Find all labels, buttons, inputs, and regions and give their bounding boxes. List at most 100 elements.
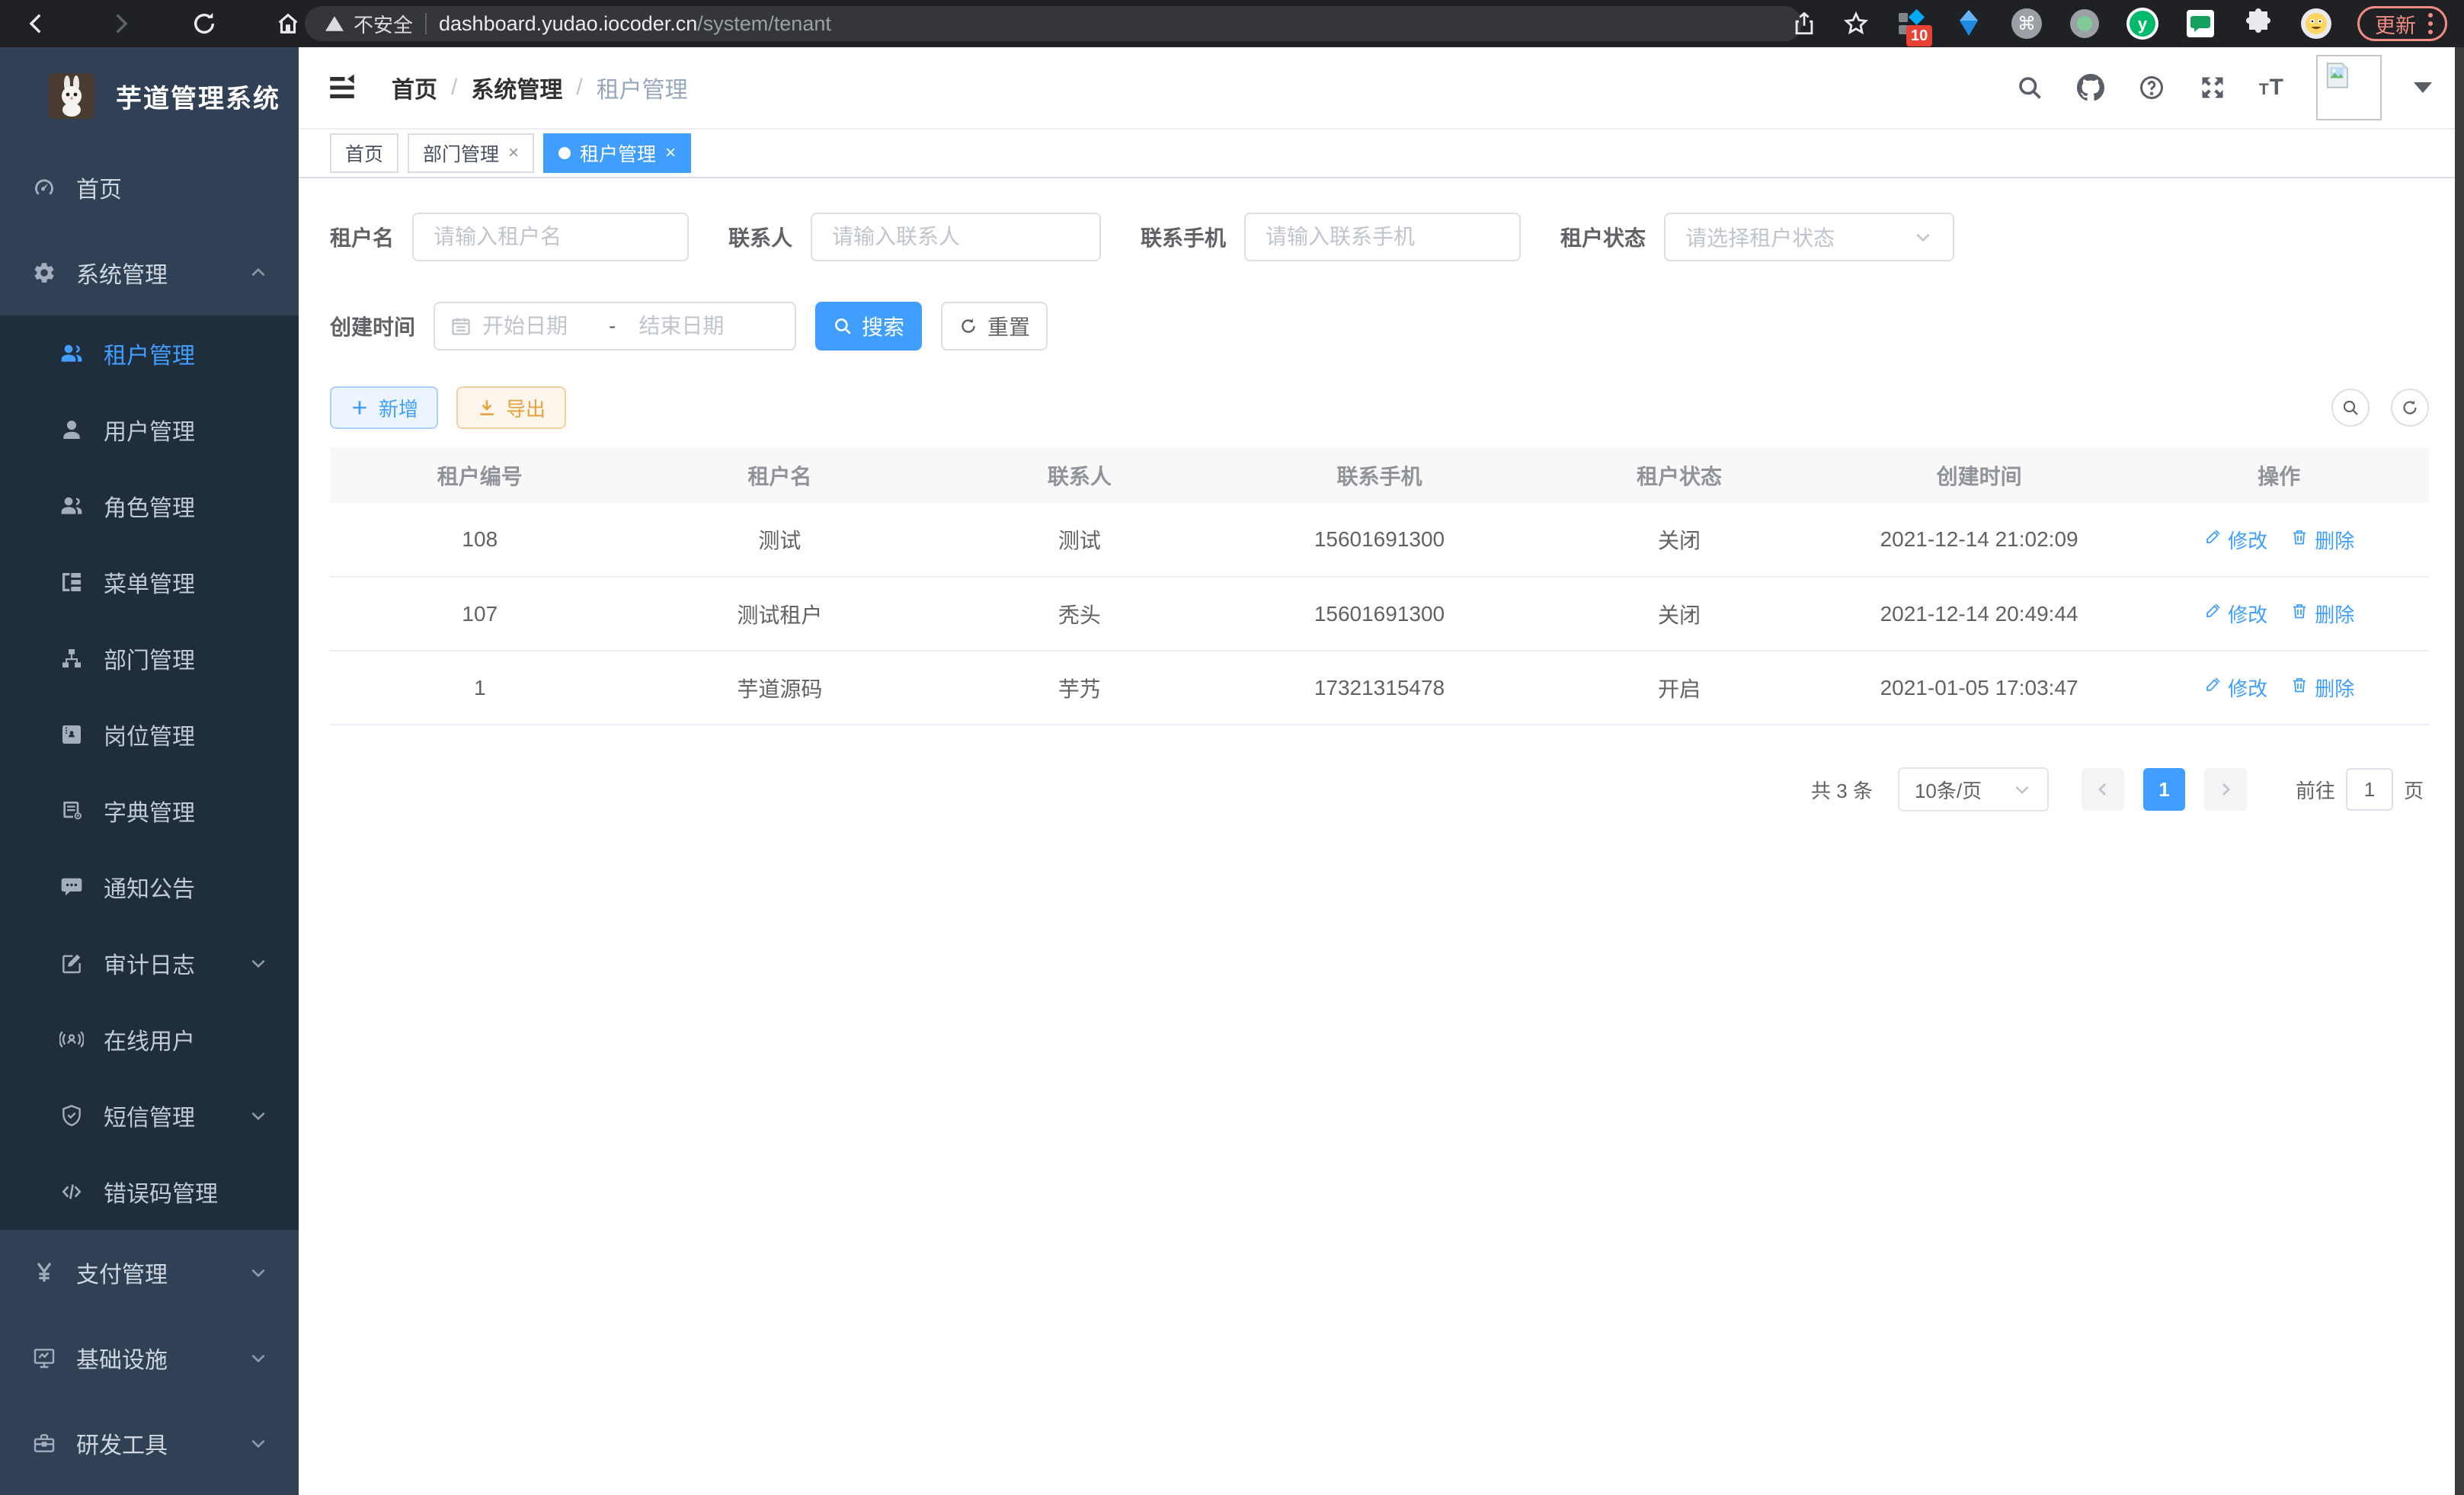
- breadcrumb-home[interactable]: 首页: [392, 71, 437, 104]
- table-row: 107测试租户秃头15601691300关闭2021-12-14 20:49:4…: [330, 577, 2429, 651]
- sidebar-item-1-gear[interactable]: 系统管理: [0, 230, 299, 315]
- breadcrumb-system[interactable]: 系统管理: [471, 71, 562, 104]
- extension-tampermonkey-icon[interactable]: 10: [1894, 7, 1928, 40]
- create-time-range-picker[interactable]: -: [434, 302, 796, 351]
- sidebar-item-9-message[interactable]: 通知公告: [0, 849, 299, 925]
- header-search-icon[interactable]: [2015, 73, 2044, 102]
- end-date-input[interactable]: [622, 314, 742, 338]
- delete-link[interactable]: 删除: [2290, 526, 2354, 554]
- chevron-down-icon: [248, 1106, 268, 1125]
- delete-link[interactable]: 删除: [2290, 674, 2354, 702]
- tenant-name-input[interactable]: [412, 213, 689, 261]
- edit-link[interactable]: 修改: [2203, 526, 2267, 554]
- help-icon[interactable]: [2137, 73, 2166, 102]
- tab-0[interactable]: 首页: [330, 133, 398, 173]
- sidebar-item-label: 审计日志: [104, 946, 195, 980]
- sidebar-item-12-shield[interactable]: 短信管理: [0, 1077, 299, 1154]
- column-header-1: 租户名: [630, 447, 930, 503]
- sidebar-item-label: 基础设施: [76, 1341, 168, 1375]
- edit-link[interactable]: 修改: [2203, 674, 2267, 702]
- status-label: 租户状态: [1560, 222, 1646, 252]
- tab-2[interactable]: 租户管理×: [543, 133, 691, 173]
- sidebar-item-16-toolbox[interactable]: 研发工具: [0, 1401, 299, 1486]
- extension-yuque-icon[interactable]: y: [2126, 7, 2159, 40]
- sidebar-item-7-postcard[interactable]: 岗位管理: [0, 696, 299, 773]
- update-label: 更新: [2375, 9, 2416, 39]
- delete-link[interactable]: 删除: [2290, 600, 2354, 628]
- extension-command-icon[interactable]: ⌘: [2010, 7, 2043, 40]
- sidebar-item-5-tree-table[interactable]: 菜单管理: [0, 544, 299, 620]
- sidebar-item-3-user[interactable]: 用户管理: [0, 392, 299, 468]
- avatar-dropdown-icon[interactable]: [2414, 82, 2432, 93]
- pen-icon: [2203, 676, 2222, 699]
- sidebar-item-label: 通知公告: [104, 870, 195, 904]
- fullscreen-icon[interactable]: [2198, 73, 2227, 102]
- browser-menu-icon[interactable]: [2428, 13, 2433, 34]
- search-button[interactable]: 搜索: [815, 302, 922, 351]
- browser-back-icon[interactable]: [23, 10, 50, 37]
- browser-chrome: 不安全 dashboard.yudao.iocoder.cn/system/te…: [0, 0, 2464, 47]
- address-bar[interactable]: 不安全 dashboard.yudao.iocoder.cn/system/te…: [305, 6, 1802, 41]
- cell-id: 107: [330, 577, 630, 651]
- sidebar-collapse-icon[interactable]: [326, 72, 358, 104]
- column-header-6: 操作: [2129, 447, 2429, 503]
- cell-actions: 修改删除: [2129, 503, 2429, 577]
- cell-mobile: 15601691300: [1230, 503, 1530, 577]
- close-tab-icon[interactable]: ×: [508, 144, 519, 162]
- contact-input[interactable]: [811, 213, 1101, 261]
- code-icon: [59, 1180, 84, 1204]
- browser-home-icon[interactable]: [274, 10, 302, 37]
- reset-button[interactable]: 重置: [941, 302, 1048, 351]
- sidebar-item-4-peoples[interactable]: 角色管理: [0, 468, 299, 544]
- breadcrumb: 首页 / 系统管理 / 租户管理: [392, 71, 688, 104]
- page-number-1[interactable]: 1: [2143, 768, 2185, 811]
- toggle-search-button[interactable]: [2331, 389, 2370, 427]
- github-icon[interactable]: [2076, 73, 2105, 102]
- date-range-separator: -: [609, 314, 616, 338]
- font-size-icon[interactable]: TT: [2259, 75, 2284, 101]
- sidebar-item-13-code[interactable]: 错误码管理: [0, 1154, 299, 1230]
- export-button[interactable]: 导出: [456, 386, 566, 429]
- extensions-puzzle-icon[interactable]: [2242, 7, 2275, 40]
- browser-reload-icon[interactable]: [190, 10, 218, 37]
- sidebar-item-14-money[interactable]: 支付管理: [0, 1230, 299, 1315]
- share-icon[interactable]: [1790, 10, 1818, 37]
- tab-1[interactable]: 部门管理×: [408, 133, 534, 173]
- refresh-button[interactable]: [2391, 389, 2429, 427]
- sidebar-item-0-dashboard[interactable]: 首页: [0, 145, 299, 230]
- sidebar-item-8-dict[interactable]: 字典管理: [0, 773, 299, 849]
- browser-forward-icon[interactable]: [107, 10, 134, 37]
- bookmark-star-icon[interactable]: [1842, 10, 1870, 37]
- extension-recorder-icon[interactable]: [2068, 7, 2101, 40]
- profile-avatar-icon[interactable]: [2299, 7, 2333, 40]
- window-edge-scrollbar: [2455, 47, 2464, 1495]
- mobile-input[interactable]: [1244, 213, 1521, 261]
- edit-link[interactable]: 修改: [2203, 600, 2267, 628]
- logo-row[interactable]: 芋道管理系统: [0, 47, 299, 145]
- sidebar-item-15-monitor[interactable]: 基础设施: [0, 1315, 299, 1401]
- goto-page-input[interactable]: [2346, 768, 2393, 811]
- page-size-select[interactable]: 10条/页: [1898, 767, 2049, 812]
- sidebar-item-10-edit-doc[interactable]: 审计日志: [0, 925, 299, 1001]
- prev-page-button[interactable]: [2082, 768, 2124, 811]
- user-avatar[interactable]: [2316, 55, 2382, 120]
- extension-chat-icon[interactable]: [2184, 7, 2217, 40]
- sidebar-item-11-online[interactable]: 在线用户: [0, 1001, 299, 1077]
- status-select[interactable]: 请选择租户状态: [1664, 213, 1954, 261]
- add-button[interactable]: 新增: [330, 386, 438, 429]
- extension-kite-icon[interactable]: [1952, 7, 1986, 40]
- cell-contact: 秃头: [930, 577, 1230, 651]
- browser-update-button[interactable]: 更新: [2357, 6, 2447, 41]
- sidebar-item-2-peoples[interactable]: 租户管理: [0, 315, 299, 392]
- close-tab-icon[interactable]: ×: [665, 144, 676, 162]
- start-date-input[interactable]: [482, 314, 603, 338]
- sidebar-item-6-tree[interactable]: 部门管理: [0, 620, 299, 696]
- filter-row-2: 创建时间 - 搜索 重置: [330, 302, 2455, 351]
- page-size-value: 10条/页: [1915, 776, 1982, 804]
- security-warning-icon[interactable]: 不安全: [325, 10, 413, 38]
- logo-image: [49, 73, 94, 119]
- svg-text:y: y: [2138, 14, 2148, 34]
- table-header-row: 租户编号租户名联系人联系手机租户状态创建时间操作: [330, 447, 2429, 503]
- extension-badge: 10: [1906, 25, 1932, 46]
- next-page-button[interactable]: [2204, 768, 2247, 811]
